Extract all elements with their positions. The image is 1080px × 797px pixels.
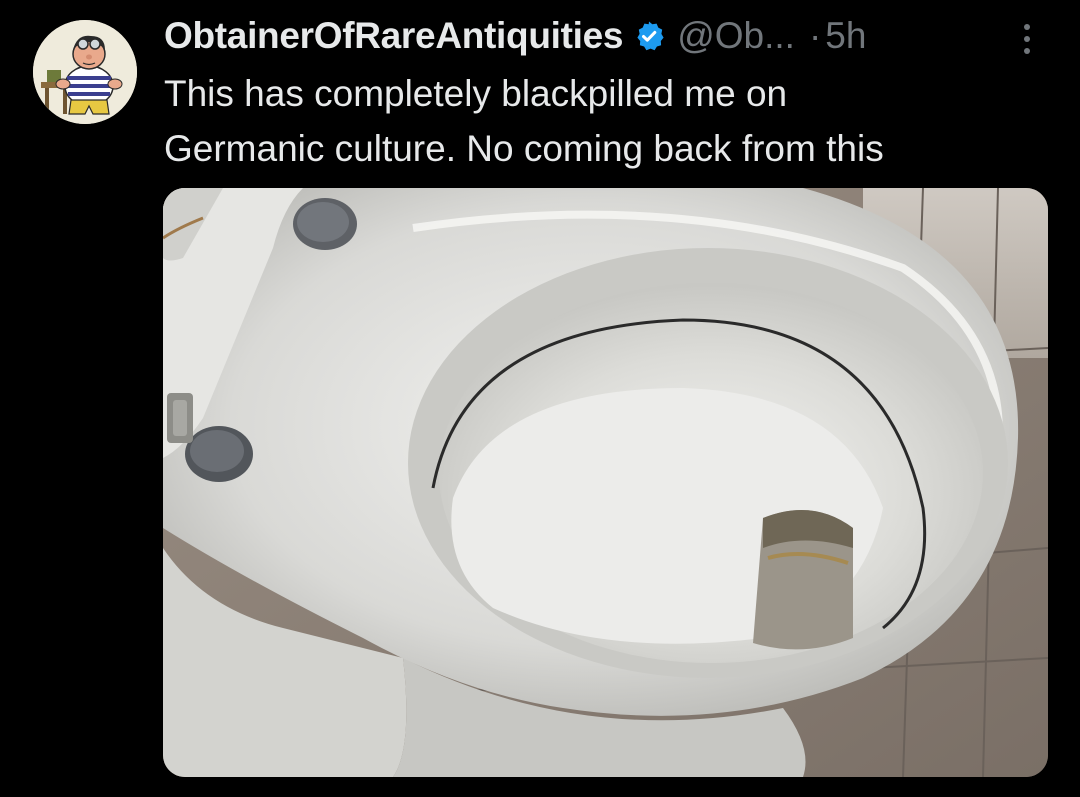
tweet-text-line: Germanic culture. No coming back from th… [164,128,884,169]
tweet-text-line: This has completely blackpilled me on [164,73,788,114]
more-options-icon[interactable] [1015,22,1039,56]
verified-badge-icon [633,20,665,52]
cartoon-character-icon [33,20,137,124]
header-separator: · [808,15,822,56]
tweet-timestamp[interactable]: 5h [825,15,866,57]
tweet-text: This has completely blackpilled me on Ge… [164,66,1064,176]
toilet-photo-icon [163,188,1048,777]
author-avatar[interactable] [33,20,137,124]
tweet-media-image[interactable] [163,188,1048,777]
tweet: ObtainerOfRareAntiquities @Ob... · 5h Th… [0,0,1080,797]
tweet-header: ObtainerOfRareAntiquities @Ob... · 5h [164,12,866,60]
author-display-name[interactable]: ObtainerOfRareAntiquities [164,15,623,57]
author-handle[interactable]: @Ob... [677,15,795,57]
